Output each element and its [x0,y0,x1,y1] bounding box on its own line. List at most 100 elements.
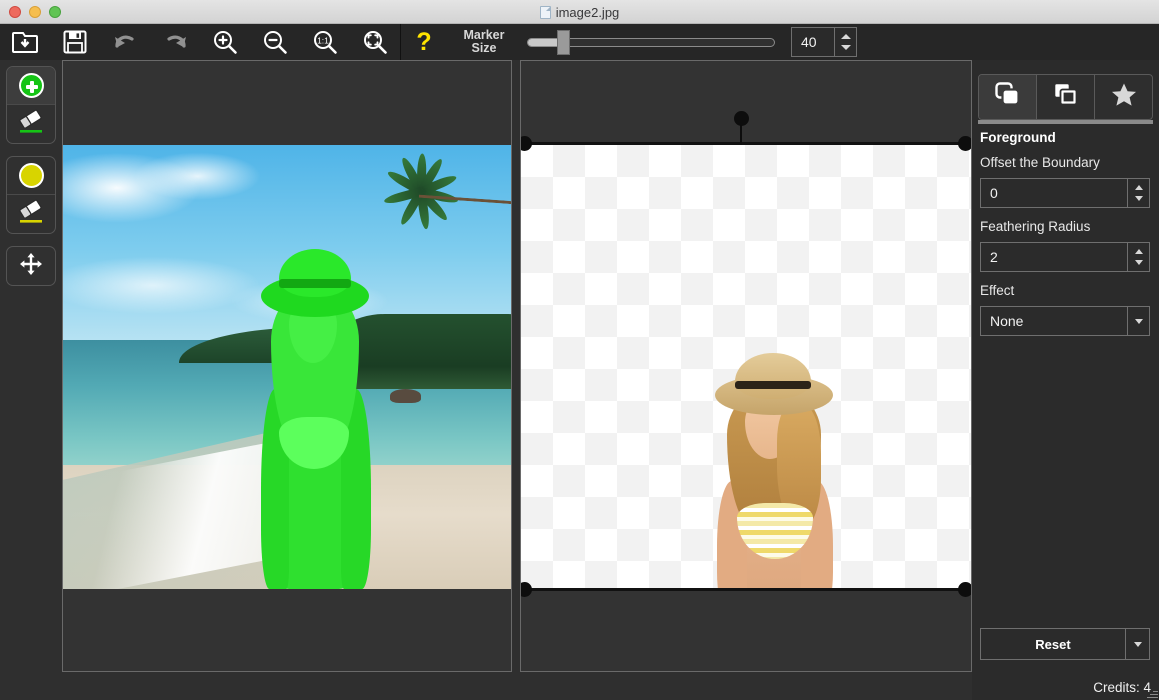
title-bar: image2.jpg [0,0,1159,24]
chevron-down-icon[interactable] [1134,642,1142,647]
tab-foreground[interactable] [979,75,1037,119]
effect-label: Effect [980,283,1014,298]
zoom-fit-button[interactable] [350,24,400,60]
marker-size-label-line2: Size [455,42,513,55]
selection-bottom-edge [521,588,971,591]
help-button[interactable]: ? [401,24,447,60]
zoom-actual-size-button[interactable]: 1:1 [300,24,350,60]
section-title: Foreground [980,130,1056,145]
slider-thumb[interactable] [557,30,570,55]
slider-fill [528,39,558,46]
document-icon [540,6,551,19]
properties-panel: Foreground Offset the Boundary 0 Feather… [972,60,1159,700]
green-eraser-icon [16,109,46,140]
redo-arrow-icon [162,29,189,56]
effect-dropdown-arrow[interactable] [1127,307,1149,335]
tab-effects[interactable] [1095,75,1152,119]
close-button[interactable] [9,6,21,18]
stepper-up-icon[interactable] [1135,249,1143,254]
foreground-tool-group [6,66,56,144]
effect-value[interactable]: None [981,307,1127,335]
canvas-area [62,60,972,672]
feathering-radius-stepper[interactable] [1127,243,1149,271]
feathering-radius-label: Feathering Radius [980,219,1090,234]
selection-bottom-right-handle[interactable] [958,582,972,597]
save-button[interactable] [50,24,100,60]
svg-text:1:1: 1:1 [317,36,329,46]
minimize-button[interactable] [29,6,41,18]
stepper-down-icon[interactable] [1135,260,1143,265]
tab-background[interactable] [1037,75,1095,119]
offset-boundary-spinbox[interactable]: 0 [980,178,1150,208]
source-image-panel[interactable] [62,60,512,672]
background-eraser-tool[interactable] [7,195,55,233]
tool-palette [6,66,56,298]
reset-button[interactable]: Reset [981,629,1125,659]
marker-size-spinbox[interactable]: 40 [791,27,857,57]
masked-subject [245,249,385,589]
yellow-circle-icon [19,163,44,188]
reset-dropdown-button[interactable] [1125,629,1149,659]
move-cross-arrows-icon [18,251,44,282]
question-mark-icon: ? [416,30,431,55]
panel-tabs [978,74,1153,120]
move-tool-group [6,246,56,286]
stepper-down-icon[interactable] [1135,196,1143,201]
foreground-marker-tool[interactable] [7,67,55,105]
selection-top-right-handle[interactable] [958,136,972,151]
selection-top-edge [521,142,971,145]
effect-dropdown[interactable]: None [980,306,1150,336]
zoom-out-button[interactable] [250,24,300,60]
marker-size-value[interactable]: 40 [792,28,834,56]
subject-hat-crown [735,353,811,399]
source-photo [63,145,511,589]
extracted-subject [701,353,849,591]
stepper-up-icon[interactable] [1135,185,1143,190]
zoom-actual-size-icon: 1:1 [312,29,338,55]
open-folder-download-icon [12,29,38,55]
foreground-eraser-tool[interactable] [7,105,55,143]
subject-hat-crown [279,249,351,297]
tabs-underline [978,120,1153,124]
feathering-radius-spinbox[interactable]: 2 [980,242,1150,272]
open-button[interactable] [0,24,50,60]
layers-outline-icon [1051,81,1081,114]
marker-size-stepper[interactable] [834,28,856,56]
feathering-radius-value[interactable]: 2 [981,243,1127,271]
window-controls [0,6,61,18]
move-tool[interactable] [7,247,55,285]
offset-boundary-value[interactable]: 0 [981,179,1127,207]
selection-bottom-left-handle[interactable] [520,582,532,597]
offset-boundary-label: Offset the Boundary [980,155,1100,170]
window-title: image2.jpg [556,5,620,20]
window-resize-grip[interactable] [1146,687,1158,699]
chevron-down-icon[interactable] [1135,319,1143,324]
toolbar-divider [400,24,401,60]
layers-filled-icon [993,81,1023,114]
marker-size-label: Marker Size [455,29,513,55]
stepper-up-icon[interactable] [841,34,851,39]
redo-button[interactable] [150,24,200,60]
selection-top-handle[interactable] [734,111,749,126]
maximize-button[interactable] [49,6,61,18]
undo-arrow-icon [112,29,139,56]
marker-size-slider[interactable] [527,33,775,51]
zoom-in-button[interactable] [200,24,250,60]
star-icon [1109,81,1139,114]
offset-boundary-stepper[interactable] [1127,179,1149,207]
rock [390,389,421,402]
subject-hat-band [279,279,351,288]
zoom-out-icon [262,29,288,55]
subject-hat-band [735,381,811,389]
main-toolbar: 1:1 ? Marker Size [0,24,1159,60]
undo-button[interactable] [100,24,150,60]
app-window: image2.jpg [0,0,1159,700]
background-tool-group [6,156,56,234]
background-marker-tool[interactable] [7,157,55,195]
preview-image-panel[interactable] [520,60,972,672]
zoom-in-icon [212,29,238,55]
save-floppy-icon [63,30,87,54]
stepper-down-icon[interactable] [841,45,851,50]
reset-button-group[interactable]: Reset [980,628,1150,660]
zoom-fit-icon [362,29,388,55]
